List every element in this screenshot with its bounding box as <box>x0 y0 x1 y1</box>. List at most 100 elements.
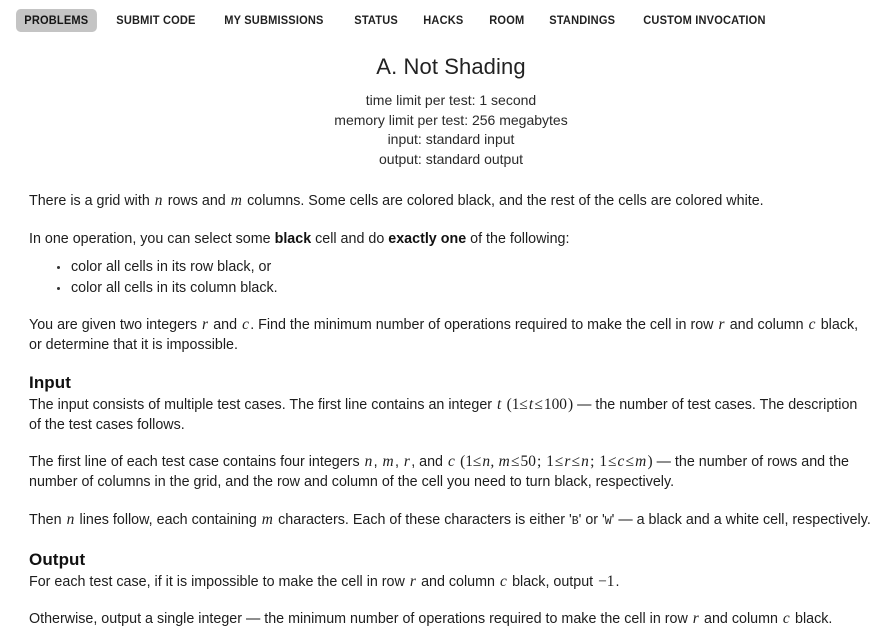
text-run: and column <box>417 574 499 590</box>
nav-tab-custom-invocation-label: CUSTOM INVOCATION <box>642 13 766 27</box>
math-var-c: c <box>242 316 250 333</box>
emphasis-black: black <box>274 231 312 247</box>
text-run: In one operation, you can select some <box>29 231 275 247</box>
nav-tab-submit-code-label: SUBMIT CODE <box>115 13 196 27</box>
math-le: ≤ <box>571 453 581 470</box>
math-var-n: n <box>581 453 590 470</box>
math-var-c: c <box>808 316 816 333</box>
math-num-1: 1 <box>546 453 554 470</box>
text-run: There is a grid with <box>29 193 154 209</box>
math-num-100: 100 <box>543 396 567 413</box>
nav-tab-room[interactable]: ROOM <box>481 9 533 32</box>
math-var-r: r <box>564 453 571 470</box>
nav-tab-custom-invocation[interactable]: CUSTOM INVOCATION <box>635 9 774 32</box>
output-paragraph-2: Otherwise, output a single integer — the… <box>29 609 873 629</box>
input-paragraph-1: The input consists of multiple test case… <box>29 395 873 435</box>
input-spec: input: standard input <box>387 131 515 147</box>
contest-nav: PROBLEMS SUBMIT CODE MY SUBMISSIONS STAT… <box>0 0 895 32</box>
text-run: The input consists of multiple test case… <box>29 397 497 413</box>
text-run: of the following: <box>466 231 570 247</box>
text-run: For each test case, if it is impossible … <box>29 574 409 590</box>
text-run: , and <box>411 454 447 470</box>
text-run: You are given two integers <box>29 317 201 333</box>
char-black: B <box>571 515 579 528</box>
nav-tab-standings[interactable]: STANDINGS <box>541 9 623 32</box>
math-vars-nm: n, m <box>482 453 511 470</box>
math-var-c: c <box>782 610 791 627</box>
nav-tab-hacks-label: HACKS <box>423 13 464 27</box>
math-num-50: 50 <box>520 453 536 470</box>
text-run: and column <box>700 611 782 627</box>
math-le: ≤ <box>625 453 635 470</box>
text-run: lines follow, each containing <box>75 512 261 528</box>
math-var-n: n <box>364 453 373 470</box>
given-paragraph: You are given two integers r and c. Find… <box>29 315 873 355</box>
nav-tab-status[interactable]: STATUS <box>346 9 406 32</box>
math-var-r: r <box>409 573 417 590</box>
nav-tab-standings-label: STANDINGS <box>549 13 616 27</box>
nav-tab-my-submissions-label: MY SUBMISSIONS <box>224 13 324 27</box>
text-run: and column <box>725 317 808 333</box>
time-limit: time limit per test: 1 second <box>365 92 537 108</box>
math-var-m: m <box>230 192 243 209</box>
text-run: rows and <box>163 193 230 209</box>
math-var-c: c <box>617 453 625 470</box>
nav-tab-status-label: STATUS <box>354 13 398 27</box>
nav-tab-my-submissions[interactable]: MY SUBMISSIONS <box>216 9 332 32</box>
list-item: color all cells in its column black. <box>57 278 873 299</box>
math-semicolon: ; <box>590 453 595 470</box>
math-le: ≤ <box>608 453 617 470</box>
text-run: The first line of each test case contain… <box>29 454 364 470</box>
nav-tab-room-label: ROOM <box>489 13 525 27</box>
math-le: ≤ <box>519 396 528 413</box>
text-run: black. <box>791 611 833 627</box>
math-var-m: m <box>382 453 394 470</box>
math-paren: (1 <box>506 396 520 413</box>
char-white: W <box>604 515 612 528</box>
text-run: columns. Some cells are colored black, a… <box>243 193 764 209</box>
output-spec: output: standard output <box>379 150 523 167</box>
section-heading-output: Output <box>29 550 86 569</box>
math-var-c: c <box>447 453 456 470</box>
list-item: color all cells in its row black, or <box>57 257 873 278</box>
text-run: and <box>209 317 242 333</box>
text-run: . Find the minimum number of operations … <box>250 317 718 333</box>
text-run: cell and do <box>311 231 389 247</box>
nav-tab-hacks[interactable]: HACKS <box>415 9 472 32</box>
math-le: ≤ <box>534 396 543 413</box>
text-run: . <box>615 574 620 590</box>
text-run: , <box>373 454 382 470</box>
intro-paragraph-2: In one operation, you can select some bl… <box>29 229 873 249</box>
nav-tab-submit-code[interactable]: SUBMIT CODE <box>108 9 204 32</box>
input-paragraph-2: The first line of each test case contain… <box>29 452 873 492</box>
nav-tab-problems[interactable]: PROBLEMS <box>16 9 97 32</box>
math-num-1: 1 <box>599 453 608 470</box>
section-heading-input: Input <box>29 373 72 392</box>
math-var-m: m <box>635 453 647 470</box>
text-run: Otherwise, output a single integer — the… <box>29 611 692 627</box>
math-le: ≤ <box>511 453 520 470</box>
math-var-r: r <box>692 610 700 627</box>
math-var-m: m <box>261 511 274 528</box>
input-paragraph-3: Then n lines follow, each containing m c… <box>29 510 873 532</box>
math-value-minus-one: −1 <box>598 573 615 590</box>
memory-limit: memory limit per test: 256 megabytes <box>334 111 568 128</box>
math-var-n: n <box>154 192 163 209</box>
problem-statement: A. Not Shading time limit per test: 1 se… <box>0 54 895 629</box>
text-run: black, output <box>508 574 598 590</box>
math-var-t: t <box>497 396 502 413</box>
math-var-r: r <box>403 453 411 470</box>
operation-list: color all cells in its row black, or col… <box>29 257 873 299</box>
math-paren: (1 <box>460 453 473 470</box>
problem-title: A. Not Shading <box>376 54 526 79</box>
text-run: , <box>394 454 403 470</box>
problem-limits: time limit per test: 1 second memory lim… <box>29 91 873 169</box>
math-var-c: c <box>499 573 508 590</box>
output-paragraph-1: For each test case, if it is impossible … <box>29 572 873 592</box>
math-var-r: r <box>718 316 725 333</box>
math-var-n: n <box>66 511 75 528</box>
text-run: Then <box>29 512 66 528</box>
text-run: ' or ' <box>578 512 605 528</box>
nav-tab-problems-label: PROBLEMS <box>24 13 89 27</box>
math-semicolon: ; <box>536 453 542 470</box>
